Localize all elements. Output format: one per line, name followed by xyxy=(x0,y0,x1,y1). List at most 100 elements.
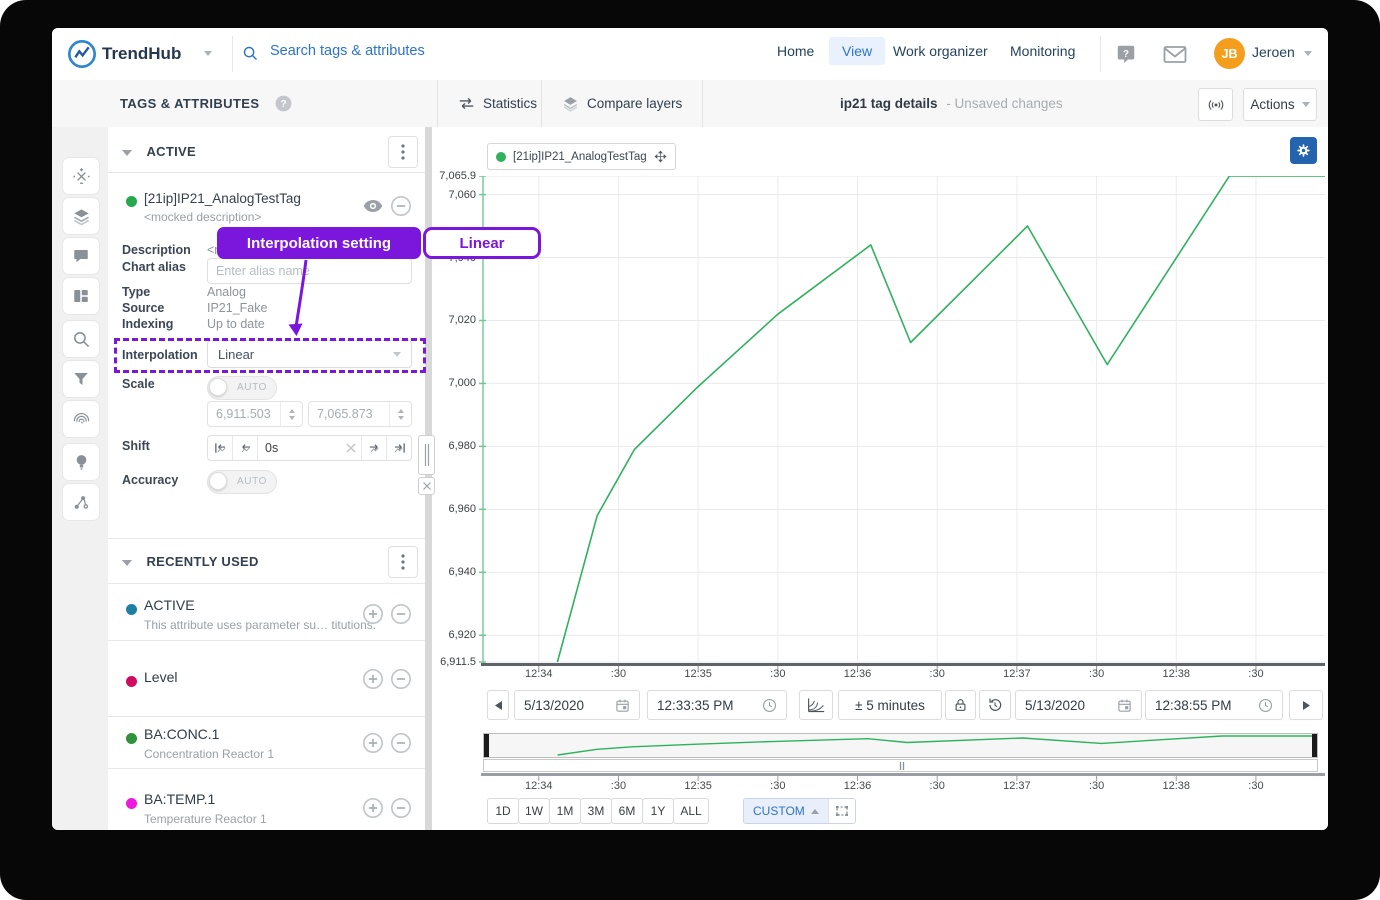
range-all[interactable]: ALL xyxy=(673,798,709,824)
add-icon[interactable] xyxy=(362,668,384,690)
remove-tag-icon[interactable] xyxy=(390,195,412,217)
nav-home[interactable]: Home xyxy=(777,43,814,59)
x-tick-label: :30 xyxy=(1248,668,1264,680)
remove-icon[interactable] xyxy=(390,797,412,819)
range-3m[interactable]: 3M xyxy=(580,798,612,824)
kebab-icon xyxy=(401,144,405,160)
compare-curves-button[interactable] xyxy=(799,690,833,720)
shift-far-right-button[interactable] xyxy=(386,436,411,460)
step-back-button[interactable] xyxy=(487,690,509,720)
end-date-picker[interactable]: 5/13/2020 xyxy=(1015,690,1142,720)
sidebar-item-dashboard[interactable] xyxy=(62,277,100,315)
search-input[interactable] xyxy=(268,42,692,60)
add-icon[interactable] xyxy=(362,603,384,625)
sidebar-item-calculation[interactable] xyxy=(62,157,100,195)
legend-chip[interactable]: [21ip]IP21_AnalogTestTag xyxy=(487,143,676,170)
overview-strip[interactable] xyxy=(483,733,1318,758)
indexing-value: Up to date xyxy=(207,317,265,331)
overview-scrollbar[interactable] xyxy=(483,759,1318,772)
divider-close-button[interactable] xyxy=(418,477,435,495)
sidebar-item-suggestions[interactable] xyxy=(62,443,100,481)
custom-range-button[interactable]: CUSTOM xyxy=(744,799,828,823)
range-6m[interactable]: 6M xyxy=(611,798,643,824)
remove-icon[interactable] xyxy=(390,603,412,625)
sidebar-item-search[interactable] xyxy=(62,320,100,358)
divider xyxy=(108,768,425,769)
x-tick-label: 12:35 xyxy=(684,668,712,680)
brand-chevron-icon[interactable] xyxy=(204,51,212,56)
remove-icon[interactable] xyxy=(390,668,412,690)
sidebar-item-filter[interactable] xyxy=(62,360,100,398)
range-1d[interactable]: 1D xyxy=(487,798,519,824)
user-menu-chevron-icon[interactable] xyxy=(1304,51,1312,56)
move-handle-icon[interactable] xyxy=(654,150,667,163)
stepper-arrows-icon[interactable] xyxy=(389,402,411,426)
sidebar-item-layers[interactable] xyxy=(62,197,100,235)
scale-min-input[interactable]: 6,911.503 xyxy=(207,401,303,427)
start-time-picker[interactable]: 12:33:35 PM xyxy=(647,690,787,720)
remove-icon[interactable] xyxy=(390,732,412,754)
live-broadcast-button[interactable] xyxy=(1198,88,1233,121)
shift-clear-icon[interactable] xyxy=(341,436,361,460)
funnel-icon xyxy=(74,373,88,385)
tab-statistics[interactable]: Statistics xyxy=(437,80,557,127)
top-navbar: TrendHub Home View Work organizer Monito… xyxy=(52,28,1328,81)
visibility-eye-icon[interactable] xyxy=(362,195,384,217)
history-icon xyxy=(989,698,1002,711)
layers-icon xyxy=(73,208,89,225)
chart-settings-button[interactable] xyxy=(1290,137,1317,164)
sidebar-item-comments[interactable] xyxy=(62,237,100,275)
recent-section-header[interactable]: RECENTLY USED xyxy=(122,553,259,571)
tab-compare-layers-label: Compare layers xyxy=(587,96,683,111)
shift-far-right-icon xyxy=(394,443,405,453)
time-window-label: ± 5 minutes xyxy=(855,697,925,713)
shift-right-button[interactable] xyxy=(361,436,386,460)
shift-far-left-button[interactable] xyxy=(208,436,233,460)
start-date-picker[interactable]: 5/13/2020 xyxy=(514,690,640,720)
panel-help-icon[interactable]: ? xyxy=(274,94,293,113)
stepper-arrows-icon[interactable] xyxy=(280,402,302,426)
type-value: Analog xyxy=(207,285,246,299)
range-handle-right[interactable] xyxy=(1312,734,1317,757)
accuracy-auto-toggle[interactable]: AUTO xyxy=(207,470,277,494)
active-section-menu-button[interactable] xyxy=(388,136,418,168)
nav-work-organizer[interactable]: Work organizer xyxy=(893,43,988,59)
document-status: - Unsaved changes xyxy=(946,96,1063,111)
avatar[interactable]: JB xyxy=(1214,38,1245,69)
scale-max-input[interactable]: 7,065.873 xyxy=(308,401,412,427)
x-tick-label: 12:36 xyxy=(843,668,872,680)
step-forward-button[interactable] xyxy=(1289,690,1323,720)
lock-range-button[interactable] xyxy=(945,690,976,720)
chart-alias-input[interactable] xyxy=(207,258,412,284)
tab-compare-layers[interactable]: Compare layers xyxy=(541,80,704,127)
help-icon[interactable]: ? xyxy=(1115,43,1137,65)
range-1w[interactable]: 1W xyxy=(518,798,550,824)
mail-icon[interactable] xyxy=(1163,45,1187,64)
nav-monitoring[interactable]: Monitoring xyxy=(1010,43,1075,59)
snap-selection-button[interactable] xyxy=(827,799,855,823)
end-time-picker[interactable]: 12:38:55 PM xyxy=(1145,690,1283,720)
user-name[interactable]: Jeroen xyxy=(1252,44,1295,60)
shift-value-input[interactable]: 0s xyxy=(258,436,341,460)
active-section-header[interactable]: ACTIVE xyxy=(122,143,196,161)
divider-grip-handle[interactable] xyxy=(418,435,435,475)
shift-left-button[interactable] xyxy=(233,436,258,460)
x-tick-label: :30 xyxy=(1088,668,1105,680)
recent-section-menu-button[interactable] xyxy=(388,546,418,578)
add-icon[interactable] xyxy=(362,797,384,819)
history-button[interactable] xyxy=(979,690,1011,720)
chart-plot[interactable] xyxy=(479,176,1325,676)
recent-item-description: Concentration Reactor 1 xyxy=(144,747,275,761)
sidebar-item-fingerprint[interactable] xyxy=(62,400,100,438)
scale-auto-toggle[interactable]: AUTO xyxy=(207,376,277,400)
range-handle-left[interactable] xyxy=(484,734,489,757)
nav-view[interactable]: View xyxy=(829,37,886,65)
context-graph-icon xyxy=(74,495,88,509)
sidebar-item-context[interactable] xyxy=(62,483,100,521)
range-1m[interactable]: 1M xyxy=(549,798,581,824)
actions-button[interactable]: Actions xyxy=(1243,88,1317,121)
time-window-button[interactable]: ± 5 minutes xyxy=(838,690,942,720)
range-1y[interactable]: 1Y xyxy=(642,798,674,824)
active-tag-name[interactable]: [21ip]IP21_AnalogTestTag xyxy=(144,191,301,206)
add-icon[interactable] xyxy=(362,732,384,754)
